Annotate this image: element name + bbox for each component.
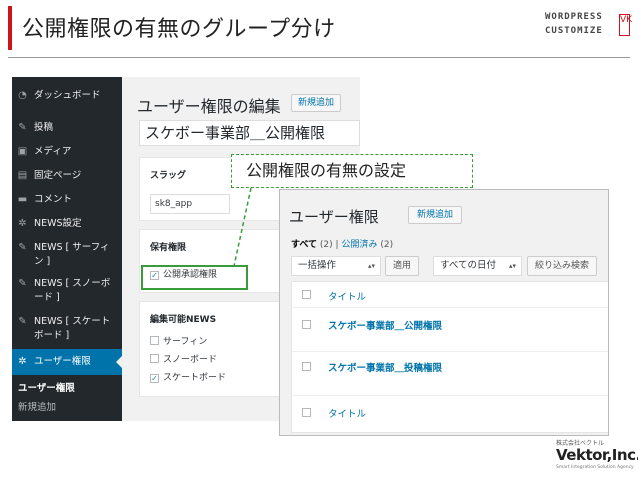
column-title-header[interactable]: タイトル xyxy=(328,289,366,303)
roles-table: タイトル スケボー事業部＿公開権限 スケボー事業部＿投稿権限 タイトル xyxy=(291,281,608,434)
apply-button[interactable]: 適用 xyxy=(385,256,419,276)
view-filters: すべて (2) | 公開済み (2) xyxy=(291,240,394,250)
view-all-link[interactable]: すべて xyxy=(291,240,317,250)
view-published-link[interactable]: 公開済み xyxy=(341,240,377,250)
table-row: スケボー事業部＿投稿権限 xyxy=(292,352,608,396)
date-filter-select[interactable]: すべての日付 ▴▾ xyxy=(433,256,522,276)
wp-list-screenshot: ユーザー権限 新規追加 すべて (2) | 公開済み (2) 一括操作 ▴▾ 適用… xyxy=(279,189,609,436)
row-checkbox[interactable] xyxy=(302,320,311,329)
table-footer: タイトル xyxy=(292,396,608,434)
row-title-link[interactable]: スケボー事業部＿公開権限 xyxy=(328,318,442,332)
filter-button[interactable]: 絞り込み検索 xyxy=(527,256,597,276)
select-all-checkbox-footer[interactable] xyxy=(302,408,311,417)
row-title-link[interactable]: スケボー事業部＿投稿権限 xyxy=(328,360,442,374)
table-header: タイトル xyxy=(292,282,608,308)
callout-label: 公開権限の有無の設定 xyxy=(231,154,473,188)
select-all-checkbox[interactable] xyxy=(302,290,311,299)
select-arrow-icon: ▴▾ xyxy=(367,262,375,270)
table-row: スケボー事業部＿公開権限 xyxy=(292,308,608,352)
column-title-footer[interactable]: タイトル xyxy=(328,406,366,420)
list-page-title: ユーザー権限 xyxy=(289,208,379,226)
bulk-action-select[interactable]: 一括操作 ▴▾ xyxy=(291,256,381,276)
row-checkbox[interactable] xyxy=(302,362,311,371)
select-arrow-icon: ▴▾ xyxy=(508,262,516,270)
list-add-new-button[interactable]: 新規追加 xyxy=(408,206,462,224)
slide: 公開権限の有無のグループ分け WORDPRESS CUSTOMIZE VK ◔ ダ… xyxy=(0,0,638,479)
